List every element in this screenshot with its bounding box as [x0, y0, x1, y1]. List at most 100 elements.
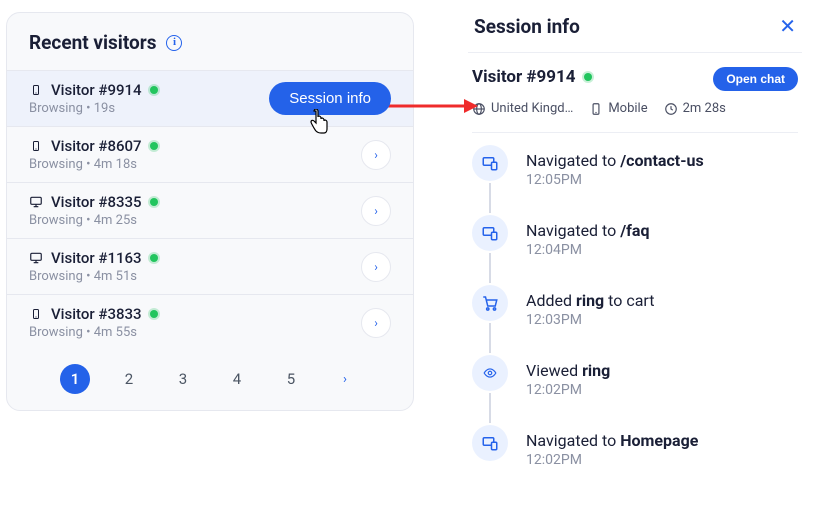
visitor-main: Visitor #1163Browsing • 4m 51s	[29, 249, 158, 284]
timeline-item: Navigated to /contact-us 12:05PM	[472, 145, 798, 215]
mobile-icon	[29, 306, 43, 322]
timeline-time: 12:05PM	[526, 172, 704, 188]
expand-visitor-button[interactable]: ›	[361, 140, 391, 170]
mobile-icon	[29, 82, 43, 98]
expand-visitor-button[interactable]: ›	[361, 308, 391, 338]
timeline-icon-wrap	[472, 145, 508, 215]
session-info-title: Session info	[474, 15, 580, 38]
timeline-item: Added ring to cart 12:03PM	[472, 285, 798, 355]
pagination-next[interactable]: ›	[330, 364, 360, 394]
visitors-card: Recent visitors i Visitor #9914 Browsing …	[6, 12, 414, 411]
close-icon[interactable]: ✕	[779, 14, 796, 38]
session-meta: United Kingd… Mobile 2m 28s	[468, 91, 802, 116]
timeline-item: Navigated to /faq 12:04PM	[472, 215, 798, 285]
nav-icon	[472, 425, 508, 461]
visitor-row[interactable]: Visitor #8607 Browsing • 4m 18s ›	[7, 126, 413, 182]
visitor-row[interactable]: Visitor #8335Browsing • 4m 25s ›	[7, 182, 413, 238]
timeline-time: 12:02PM	[526, 452, 698, 468]
meta-device: Mobile	[589, 101, 647, 116]
visitor-subtext: Browsing • 4m 18s	[29, 157, 158, 172]
divider	[472, 132, 798, 133]
visitor-main: Visitor #8335Browsing • 4m 25s	[29, 193, 158, 228]
meta-location-text: United Kingd…	[491, 101, 573, 116]
visitor-main: Visitor #3833 Browsing • 4m 55s	[29, 305, 158, 340]
page-4[interactable]: 4	[222, 364, 252, 394]
timeline-time: 12:02PM	[526, 382, 610, 398]
timeline-item: Viewed ring 12:02PM	[472, 355, 798, 425]
visitors-header: Recent visitors i	[7, 13, 413, 70]
clock-icon	[664, 102, 678, 116]
status-dot	[150, 310, 158, 318]
visitor-hero-name: Visitor #9914	[472, 67, 592, 87]
globe-icon	[472, 102, 486, 116]
visitor-subtext: Browsing • 4m 55s	[29, 325, 158, 340]
visitor-title: Visitor #8335	[29, 193, 158, 211]
visitor-name-text: Visitor #9914	[472, 67, 576, 87]
visitor-row[interactable]: Visitor #3833 Browsing • 4m 55s ›	[7, 294, 413, 350]
timeline-body: Added ring to cart 12:03PM	[526, 285, 654, 328]
timeline-icon-wrap	[472, 355, 508, 425]
nav-icon	[472, 145, 508, 181]
pagination: 12345 ›	[7, 350, 413, 398]
visitor-name: Visitor #8607	[51, 137, 142, 155]
page-1[interactable]: 1	[60, 364, 90, 394]
page-2[interactable]: 2	[114, 364, 144, 394]
timeline-body: Navigated to /contact-us 12:05PM	[526, 145, 704, 188]
visitor-list: Visitor #9914Browsing • 19sSession infoV…	[7, 70, 413, 350]
timeline-body: Navigated to Homepage 12:02PM	[526, 425, 698, 468]
timeline-title: Navigated to /faq	[526, 221, 649, 240]
info-icon[interactable]: i	[166, 35, 182, 51]
status-dot	[150, 254, 158, 262]
timeline-title: Navigated to Homepage	[526, 431, 698, 450]
visitor-title: Visitor #8607	[29, 137, 158, 155]
timeline-icon-wrap	[472, 215, 508, 285]
view-icon	[472, 355, 508, 391]
visitor-name: Visitor #1163	[51, 249, 142, 267]
timeline-icon-wrap	[472, 285, 508, 355]
session-info-panel: Session info ✕ Visitor #9914 Open chat U…	[460, 0, 810, 522]
timeline-title: Navigated to /contact-us	[526, 151, 704, 170]
recent-visitors-title: Recent visitors	[29, 31, 156, 54]
timeline-connector	[489, 183, 491, 213]
visitor-subtext: Browsing • 19s	[29, 101, 158, 116]
expand-visitor-button[interactable]: ›	[361, 252, 391, 282]
timeline-time: 12:04PM	[526, 242, 649, 258]
meta-duration: 2m 28s	[664, 101, 726, 116]
status-dot	[150, 198, 158, 206]
visitor-name: Visitor #8335	[51, 193, 142, 211]
timeline-time: 12:03PM	[526, 312, 654, 328]
visitor-title: Visitor #9914	[29, 81, 158, 99]
divider	[468, 52, 802, 53]
visitor-main: Visitor #8607 Browsing • 4m 18s	[29, 137, 158, 172]
activity-timeline: Navigated to /contact-us12:05PMNavigated…	[468, 145, 802, 468]
desktop-icon	[29, 251, 43, 265]
timeline-connector	[489, 253, 491, 283]
session-info-button[interactable]: Session info	[269, 82, 391, 115]
visitor-title: Visitor #1163	[29, 249, 158, 267]
desktop-icon	[29, 195, 43, 209]
timeline-title: Added ring to cart	[526, 291, 654, 310]
recent-visitors-panel: Recent visitors i Visitor #9914 Browsing …	[0, 0, 420, 522]
session-info-header: Session info ✕	[468, 14, 802, 38]
status-dot	[150, 86, 158, 94]
mobile-icon	[589, 102, 603, 116]
page-5[interactable]: 5	[276, 364, 306, 394]
meta-location: United Kingd…	[472, 101, 573, 116]
open-chat-button[interactable]: Open chat	[713, 67, 798, 91]
mobile-icon	[29, 138, 43, 154]
timeline-connector	[489, 393, 491, 423]
expand-visitor-button[interactable]: ›	[361, 196, 391, 226]
visitor-name: Visitor #9914	[51, 81, 142, 99]
meta-duration-text: 2m 28s	[683, 101, 726, 116]
visitor-row[interactable]: Visitor #1163Browsing • 4m 51s ›	[7, 238, 413, 294]
page-3[interactable]: 3	[168, 364, 198, 394]
status-dot	[150, 142, 158, 150]
timeline-item: Navigated to Homepage 12:02PM	[472, 425, 798, 468]
timeline-icon-wrap	[472, 425, 508, 461]
visitor-main: Visitor #9914 Browsing • 19s	[29, 81, 158, 116]
timeline-title: Viewed ring	[526, 361, 610, 380]
timeline-connector	[489, 323, 491, 353]
status-dot	[584, 73, 592, 81]
visitor-title: Visitor #3833	[29, 305, 158, 323]
visitor-row[interactable]: Visitor #9914 Browsing • 19s Session info	[7, 70, 413, 126]
